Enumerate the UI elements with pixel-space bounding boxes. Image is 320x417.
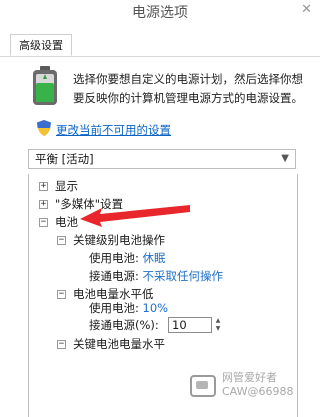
chevron-down-icon[interactable]: ▼ (281, 152, 289, 166)
collapse-icon[interactable]: − (57, 236, 66, 245)
battery-icon (33, 66, 57, 105)
setting-value[interactable]: 10% (143, 301, 169, 315)
setting-label: 使用电池: (89, 251, 139, 265)
spin-down-icon[interactable]: ▼ (213, 325, 223, 333)
setting-label: 使用电池: (89, 301, 139, 315)
tree-node-label: 电池 (55, 215, 78, 229)
change-unavailable-settings-link[interactable]: 更改当前不可用的设置 (56, 122, 171, 138)
shield-icon (37, 120, 51, 136)
setting-value[interactable]: 不采取任何操作 (143, 269, 224, 283)
power-plan-selected-value: 平衡 [活动] (35, 152, 94, 166)
power-plan-select[interactable]: 平衡 [活动] ▼ (28, 149, 296, 169)
tree-node-label: 关键级别电池操作 (73, 233, 165, 247)
setting-value[interactable]: 休眠 (143, 251, 166, 265)
tree-node-label: 关键电池电量水平 (73, 337, 165, 351)
watermark-line1: 网管爱好者 (222, 371, 277, 384)
tree-node-label: "多媒体"设置 (55, 197, 124, 211)
setting-row-plugged-in: 接通电源(%): (89, 317, 159, 333)
title-bar: 电源选项 ✕ (0, 0, 320, 22)
tab-strip: 高级设置 (0, 28, 320, 57)
percent-input[interactable]: 10 (168, 317, 212, 333)
tab-advanced-settings[interactable]: 高级设置 (10, 34, 72, 56)
setting-label: 接通电源(%): (89, 318, 159, 332)
watermark-text: 网管爱好者 CAW@66988 (222, 371, 293, 399)
close-icon[interactable]: ✕ (301, 2, 312, 17)
setting-row-on-battery[interactable]: 使用电池: 休眠 (89, 250, 166, 266)
setting-row-on-battery[interactable]: 使用电池: 10% (89, 300, 168, 316)
watermark-logo-icon (190, 375, 216, 397)
collapse-icon[interactable]: − (39, 218, 48, 227)
collapse-icon[interactable]: − (57, 290, 66, 299)
setting-label: 接通电源: (89, 269, 139, 283)
tree-node-label: 显示 (55, 179, 78, 193)
expand-icon[interactable]: + (39, 182, 48, 191)
watermark-line2: CAW@66988 (222, 385, 294, 398)
collapse-icon[interactable]: − (57, 340, 66, 349)
spin-up-icon[interactable]: ▲ (213, 317, 223, 325)
setting-row-plugged-in[interactable]: 接通电源: 不采取任何操作 (89, 268, 223, 284)
watermark: 网管爱好者 CAW@66988 (190, 369, 310, 403)
intro-text: 选择你要想自定义的电源计划，然后选择你想要反映你的计算机管理电源方式的电源设置。 (73, 72, 303, 105)
expand-icon[interactable]: + (39, 200, 48, 209)
window-title: 电源选项 (132, 5, 188, 21)
spinner[interactable]: ▲ ▼ (213, 317, 223, 333)
